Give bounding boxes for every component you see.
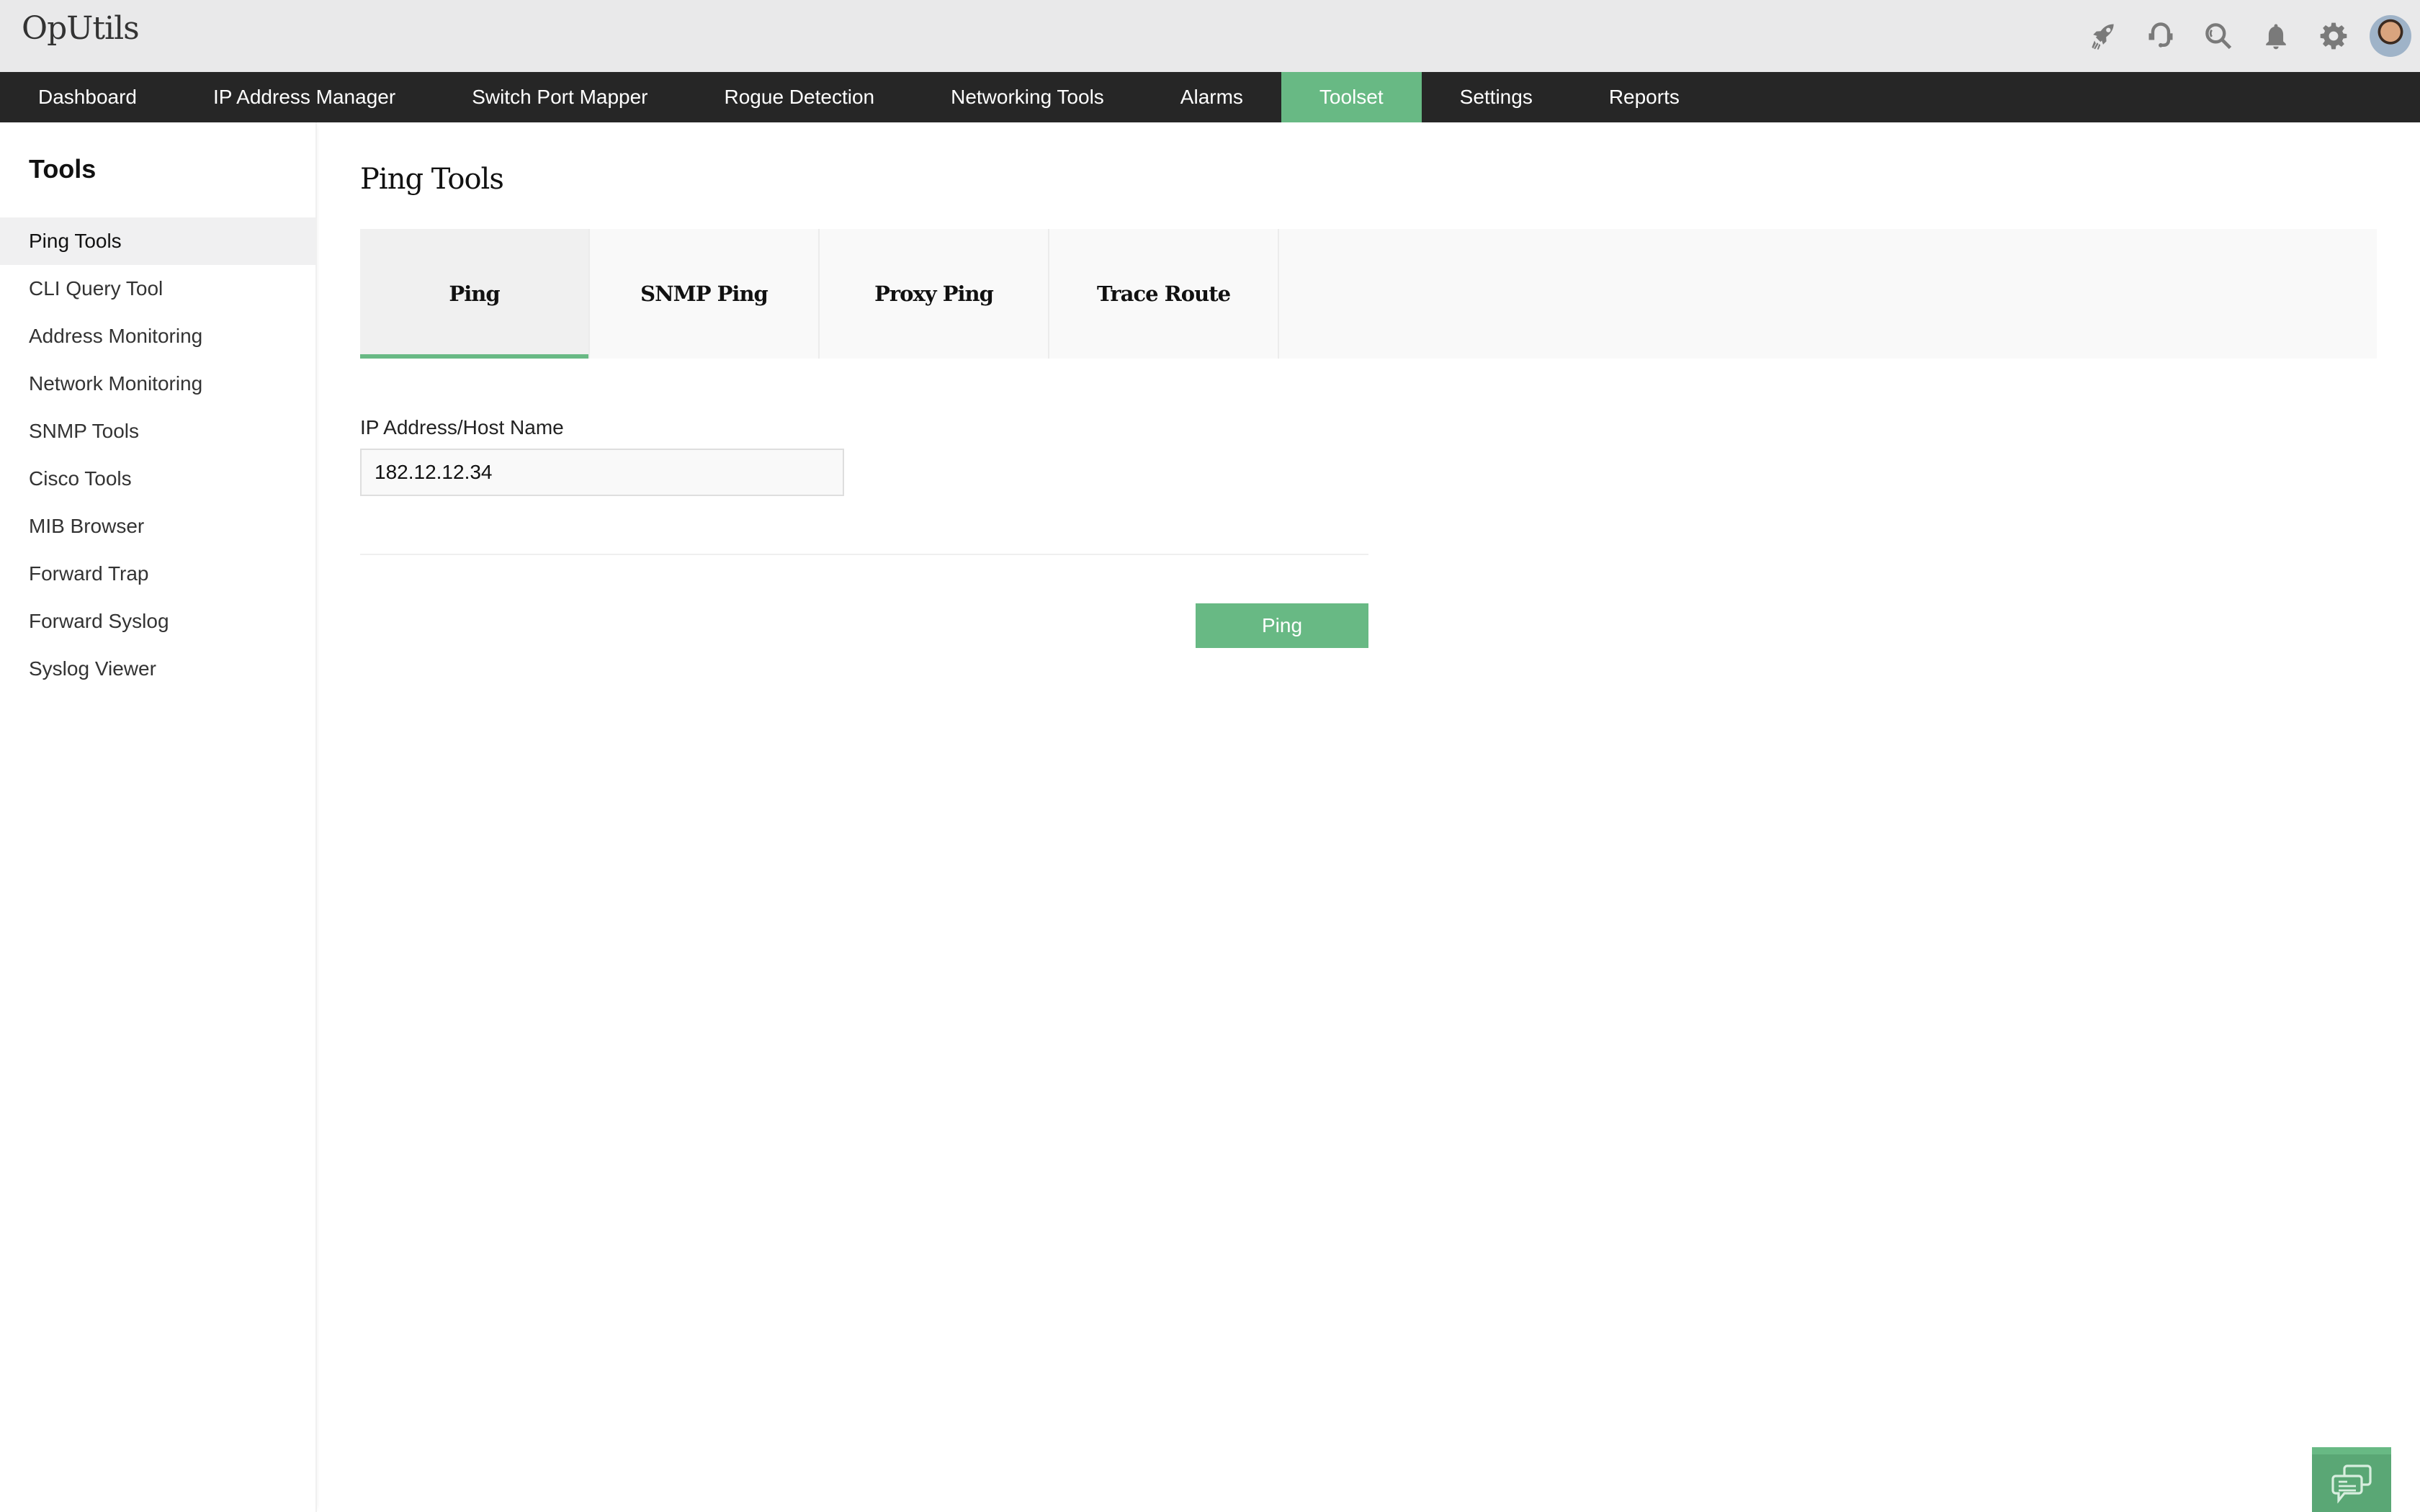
- tab-snmp-ping[interactable]: SNMP Ping: [590, 229, 820, 359]
- sidebar-item-forward-syslog[interactable]: Forward Syslog: [0, 598, 315, 645]
- user-avatar[interactable]: [2370, 15, 2411, 57]
- nav-toolset[interactable]: Toolset: [1281, 72, 1422, 122]
- nav-networking-tools[interactable]: Networking Tools: [913, 72, 1142, 122]
- host-field-label: IP Address/Host Name: [360, 416, 564, 438]
- chat-icon: [2331, 1464, 2372, 1503]
- app-logo[interactable]: OpUtils: [22, 10, 140, 47]
- headset-icon[interactable]: [2132, 0, 2190, 72]
- nav-reports[interactable]: Reports: [1571, 72, 1718, 122]
- chat-button[interactable]: [2312, 1447, 2391, 1512]
- tab-bar: Ping SNMP Ping Proxy Ping Trace Route: [360, 229, 2377, 359]
- tab-trace-route[interactable]: Trace Route: [1049, 229, 1279, 359]
- sidebar-list: Ping Tools CLI Query Tool Address Monito…: [0, 217, 315, 693]
- nav-alarms[interactable]: Alarms: [1142, 72, 1281, 122]
- rocket-icon[interactable]: [2074, 0, 2132, 72]
- header-icons: [2074, 0, 2420, 72]
- host-input[interactable]: [360, 449, 844, 496]
- sidebar-item-snmp-tools[interactable]: SNMP Tools: [0, 408, 315, 455]
- bell-icon[interactable]: [2247, 0, 2305, 72]
- sidebar-item-cli-query-tool[interactable]: CLI Query Tool: [0, 265, 315, 312]
- form-divider: [360, 554, 1368, 555]
- sidebar-item-address-monitoring[interactable]: Address Monitoring: [0, 312, 315, 360]
- tab-proxy-ping[interactable]: Proxy Ping: [820, 229, 1049, 359]
- sidebar-item-forward-trap[interactable]: Forward Trap: [0, 550, 315, 598]
- ping-button[interactable]: Ping: [1196, 603, 1368, 648]
- nav-switch-port-mapper[interactable]: Switch Port Mapper: [434, 72, 686, 122]
- tab-ping[interactable]: Ping: [360, 229, 590, 359]
- sidebar-item-ping-tools[interactable]: Ping Tools: [0, 217, 315, 265]
- top-header: OpUtils: [0, 0, 2420, 72]
- gear-icon[interactable]: [2305, 0, 2362, 72]
- sidebar-item-syslog-viewer[interactable]: Syslog Viewer: [0, 645, 315, 693]
- nav-ip-address-manager[interactable]: IP Address Manager: [175, 72, 434, 122]
- sidebar-item-network-monitoring[interactable]: Network Monitoring: [0, 360, 315, 408]
- sidebar-title: Tools: [29, 154, 97, 184]
- sidebar: Tools Ping Tools CLI Query Tool Address …: [0, 122, 317, 1512]
- sidebar-item-mib-browser[interactable]: MIB Browser: [0, 503, 315, 550]
- main-nav: Dashboard IP Address Manager Switch Port…: [0, 72, 2420, 122]
- nav-dashboard[interactable]: Dashboard: [0, 72, 175, 122]
- sidebar-item-cisco-tools[interactable]: Cisco Tools: [0, 455, 315, 503]
- page-title: Ping Tools: [360, 163, 504, 196]
- nav-settings[interactable]: Settings: [1422, 72, 1571, 122]
- nav-rogue-detection[interactable]: Rogue Detection: [686, 72, 913, 122]
- search-icon[interactable]: [2190, 0, 2247, 72]
